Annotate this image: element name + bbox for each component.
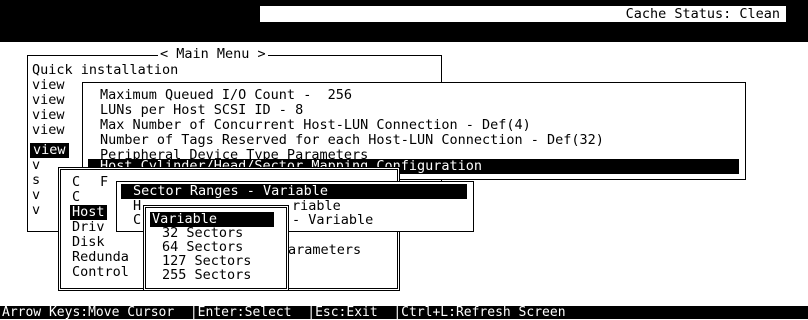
menu-item-view-selected[interactable]: view <box>30 143 69 158</box>
status-bar-help: Arrow Keys:Move Cursor |Enter:Select |Es… <box>2 305 566 320</box>
config-item-c1[interactable]: C <box>72 175 80 190</box>
chs-item-sector-ranges-selected[interactable]: Sector Ranges - Variable <box>121 184 467 199</box>
config-item-drive[interactable]: Driv <box>72 220 105 235</box>
menu-item-view-2[interactable]: view <box>32 93 65 108</box>
config-item-f[interactable]: F <box>100 175 108 190</box>
host-param-luns-per-id[interactable]: LUNs per Host SCSI ID - 8 <box>100 103 303 118</box>
menu-item-view-3[interactable]: view <box>32 108 65 123</box>
config-item-c2[interactable]: C <box>72 190 80 205</box>
menu-item-view-1[interactable]: view <box>32 78 65 93</box>
cache-status: Cache Status: Clean <box>625 6 780 22</box>
config-item-controller[interactable]: Control <box>72 265 129 280</box>
config-item-disk[interactable]: Disk <box>72 235 105 250</box>
host-param-max-queued-io[interactable]: Maximum Queued I/O Count - 256 <box>100 88 352 103</box>
menu-stub-v1[interactable]: v <box>32 158 40 173</box>
menu-stub-v3[interactable]: v <box>32 203 40 218</box>
chs-item-cylinder-tail: - Variable <box>292 212 374 228</box>
config-item-host-selected[interactable]: Host <box>70 205 107 220</box>
host-param-max-concurrent[interactable]: Max Number of Concurrent Host-LUN Connec… <box>100 118 531 133</box>
config-item-redundant-tail: arameters <box>288 242 362 258</box>
main-menu-title: < Main Menu > <box>158 46 268 62</box>
host-param-tags-reserved[interactable]: Number of Tags Reserved for each Host-LU… <box>100 133 604 148</box>
menu-item-view-4[interactable]: view <box>32 123 65 138</box>
config-item-redundant[interactable]: Redunda <box>72 250 129 265</box>
menu-stub-v2[interactable]: v <box>32 188 40 203</box>
sector-option-255[interactable]: 255 Sectors <box>162 268 251 283</box>
chs-item-cylinder[interactable]: C <box>133 213 141 228</box>
menu-stub-s[interactable]: s <box>32 173 40 188</box>
menu-item-quick-installation[interactable]: Quick installation <box>32 63 178 78</box>
